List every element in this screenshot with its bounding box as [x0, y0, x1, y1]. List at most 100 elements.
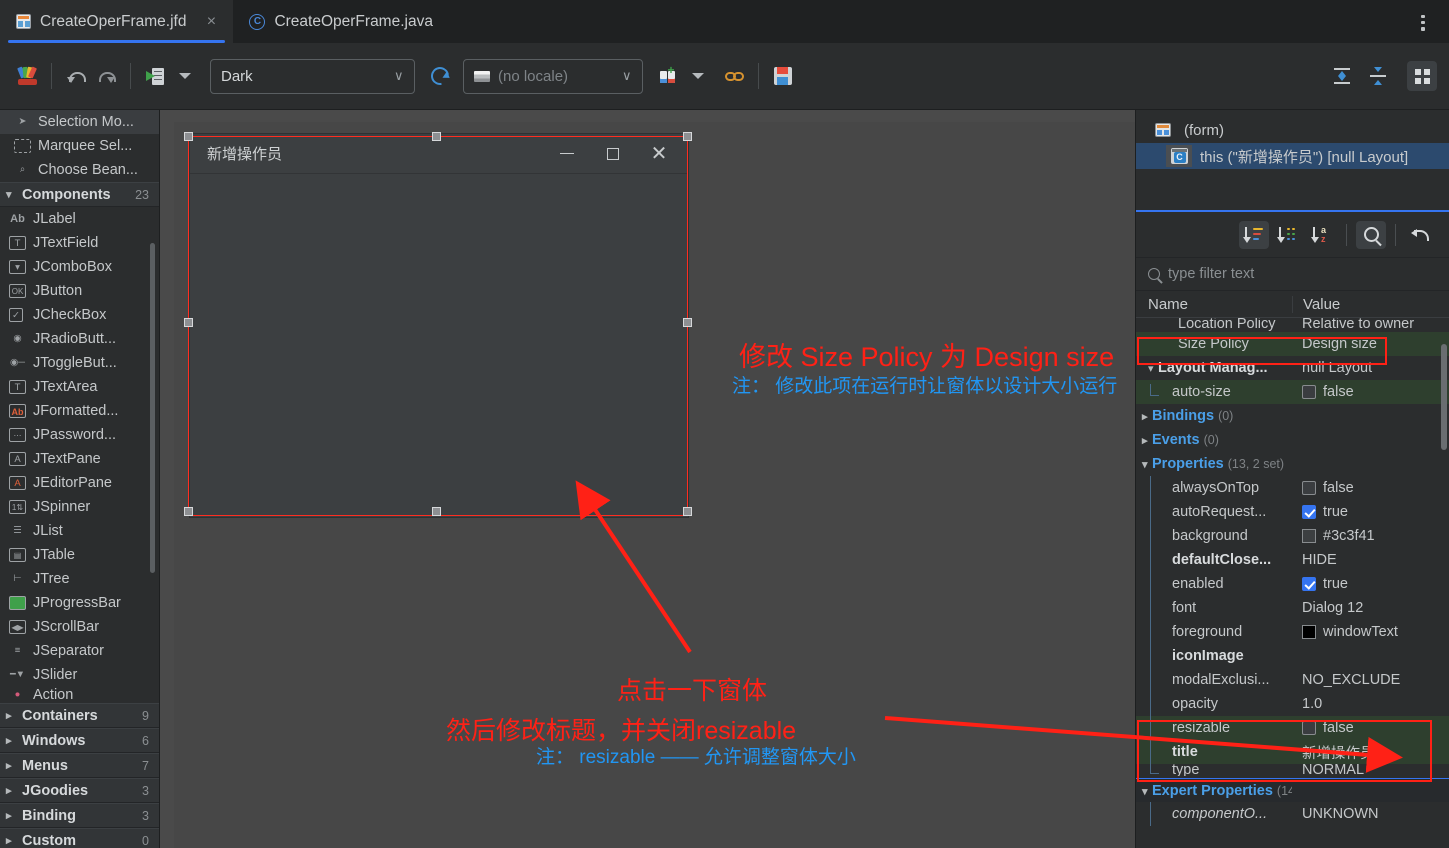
distribute-vertical-icon[interactable] — [1363, 61, 1393, 91]
property-category-properties[interactable]: ▾ Properties (13, 2 set) — [1136, 452, 1449, 476]
property-checkbox[interactable] — [1302, 577, 1316, 591]
palette-item-jlabel[interactable]: Ab JLabel — [0, 207, 159, 231]
preview-run-icon[interactable] — [140, 61, 170, 91]
save-icon[interactable] — [768, 61, 798, 91]
resize-handle-sw[interactable] — [184, 507, 193, 516]
property-row-defaultcloseoperation[interactable]: defaultClose... HIDE — [1136, 548, 1449, 572]
resize-handle-n[interactable] — [432, 132, 441, 141]
structure-row-form[interactable]: (form) — [1136, 117, 1449, 143]
property-category-bindings[interactable]: ▸ Bindings (0) — [1136, 404, 1449, 428]
design-canvas[interactable]: 新增操作员 ✕ JFormDesignerTM Swing GUI design… — [160, 110, 1135, 848]
link-icon[interactable] — [719, 61, 749, 91]
palette-scrollbar[interactable] — [150, 243, 155, 573]
palette-item-jslider[interactable]: ━▼ JSlider — [0, 663, 159, 687]
property-row-title[interactable]: title 新增操作员 — [1136, 740, 1449, 764]
property-checkbox[interactable] — [1302, 385, 1316, 399]
chevron-down-icon[interactable]: ▾ — [1148, 362, 1158, 375]
minimize-icon[interactable] — [544, 134, 590, 174]
refresh-icon[interactable] — [425, 61, 455, 91]
palette-item-jtogglebutton[interactable]: ◉─ JToggleBut... — [0, 351, 159, 375]
properties-scrollbar[interactable] — [1441, 344, 1447, 450]
chevron-down-icon[interactable]: ▾ — [1142, 785, 1152, 798]
palette-category-windows[interactable]: ▸ Windows 6 — [0, 728, 159, 753]
resize-handle-nw[interactable] — [184, 132, 193, 141]
preview-dropdown-chevron-down-icon[interactable] — [170, 61, 200, 91]
property-checkbox[interactable] — [1302, 481, 1316, 495]
palette-item-jlist[interactable]: ☰ JList — [0, 519, 159, 543]
property-row-type[interactable]: type NORMAL — [1136, 764, 1449, 776]
palette-mode-marquee[interactable]: Marquee Sel... — [0, 134, 159, 158]
color-palette-icon[interactable] — [12, 61, 42, 91]
sort-category-icon[interactable] — [1239, 220, 1269, 249]
palette-item-jformattedtextfield[interactable]: Ab JFormatted... — [0, 399, 159, 423]
property-row-iconimage[interactable]: iconImage — [1136, 644, 1449, 668]
palette-category-binding[interactable]: ▸ Binding 3 — [0, 803, 159, 828]
property-row-font[interactable]: font Dialog 12 — [1136, 596, 1449, 620]
tab-close-icon[interactable]: × — [203, 13, 219, 30]
sort-alpha-icon[interactable]: az — [1307, 221, 1337, 249]
palette-category-containers[interactable]: ▸ Containers 9 — [0, 703, 159, 728]
localize-icon[interactable]: + — [653, 61, 683, 91]
palette-item-jtable[interactable]: ▤ JTable — [0, 543, 159, 567]
resize-handle-w[interactable] — [184, 318, 193, 327]
tab-createoperframe-jfd[interactable]: CreateOperFrame.jfd × — [0, 0, 234, 43]
canvas-surface[interactable]: 新增操作员 ✕ JFormDesignerTM Swing GUI design… — [174, 122, 1135, 848]
property-row-location-policy[interactable]: Location Policy Relative to owner — [1136, 318, 1449, 332]
palette-item-jradiobutton[interactable]: ◉ JRadioButt... — [0, 327, 159, 351]
property-row-auto-size[interactable]: auto-size false — [1136, 380, 1449, 404]
locale-select[interactable]: (no locale) ∨ — [463, 58, 643, 94]
property-row-opacity[interactable]: opacity 1.0 — [1136, 692, 1449, 716]
theme-select[interactable]: Dark ∨ — [210, 58, 415, 94]
undo-icon[interactable] — [61, 61, 91, 91]
kebab-menu-icon[interactable] — [1413, 12, 1433, 32]
palette-item-jscrollbar[interactable]: ◀▶ JScrollBar — [0, 615, 159, 639]
redo-icon[interactable] — [91, 61, 121, 91]
undo-restore-icon[interactable] — [1405, 221, 1435, 249]
maximize-icon[interactable] — [590, 134, 636, 174]
property-row-background[interactable]: background #3c3f41 — [1136, 524, 1449, 548]
property-row-alwaysontop[interactable]: alwaysOnTop false — [1136, 476, 1449, 500]
property-checkbox[interactable] — [1302, 505, 1316, 519]
palette-item-jtextarea[interactable]: T JTextArea — [0, 375, 159, 399]
property-row-resizable[interactable]: resizable false — [1136, 716, 1449, 740]
palette-item-jtree[interactable]: ⊢ JTree — [0, 567, 159, 591]
color-swatch[interactable] — [1302, 529, 1316, 543]
property-checkbox[interactable] — [1302, 721, 1316, 735]
palette-item-jtextpane[interactable]: A JTextPane — [0, 447, 159, 471]
palette-category-custom[interactable]: ▸ Custom 0 — [0, 828, 159, 848]
palette-item-jprogressbar[interactable]: JProgressBar — [0, 591, 159, 615]
property-category-events[interactable]: ▸ Events (0) — [1136, 428, 1449, 452]
align-vertical-middle-icon[interactable] — [1327, 61, 1357, 91]
chevron-right-icon[interactable]: ▸ — [1142, 434, 1152, 447]
search-icon[interactable] — [1356, 220, 1386, 249]
palette-item-action[interactable]: ● Action — [0, 687, 159, 703]
resize-handle-ne[interactable] — [683, 132, 692, 141]
sort-grouped-icon[interactable] — [1273, 221, 1303, 249]
property-row-enabled[interactable]: enabled true — [1136, 572, 1449, 596]
properties-table[interactable]: Location Policy Relative to owner Size P… — [1136, 318, 1449, 842]
resize-handle-e[interactable] — [683, 318, 692, 327]
property-row-size-policy[interactable]: Size Policy Design size — [1136, 332, 1449, 356]
palette-mode-choose-bean[interactable]: ⌕ Choose Bean... — [0, 158, 159, 182]
properties-filter-input[interactable]: type filter text — [1136, 258, 1449, 291]
tab-createoperframe-java[interactable]: C CreateOperFrame.java — [233, 0, 447, 43]
palette-item-jpasswordfield[interactable]: ⋯ JPassword... — [0, 423, 159, 447]
palette-category-jgoodies[interactable]: ▸ JGoodies 3 — [0, 778, 159, 803]
property-row-modalexclusiontype[interactable]: modalExclusi... NO_EXCLUDE — [1136, 668, 1449, 692]
palette-mode-selection[interactable]: ➤ Selection Mo... — [0, 110, 159, 134]
palette-item-jtextfield[interactable]: T JTextField — [0, 231, 159, 255]
palette-category-menus[interactable]: ▸ Menus 7 — [0, 753, 159, 778]
property-row-foreground[interactable]: foreground windowText — [1136, 620, 1449, 644]
palette-category-components[interactable]: ▾ Components 23 — [0, 182, 159, 207]
layout-grid-icon[interactable] — [1407, 61, 1437, 91]
design-frame-preview[interactable]: 新增操作员 ✕ — [189, 133, 689, 518]
color-swatch[interactable] — [1302, 625, 1316, 639]
property-row-layout-manager[interactable]: ▾ Layout Manag... null Layout — [1136, 356, 1449, 380]
palette-item-jcombobox[interactable]: ▾ JComboBox — [0, 255, 159, 279]
property-category-expert-properties[interactable]: ▾Expert Properties (14) — [1136, 778, 1449, 802]
property-row-autorequestfocus[interactable]: autoRequest... true — [1136, 500, 1449, 524]
localize-dropdown-chevron-down-icon[interactable] — [683, 61, 713, 91]
palette-item-jcheckbox[interactable]: ✓ JCheckBox — [0, 303, 159, 327]
palette-item-jeditorpane[interactable]: A JEditorPane — [0, 471, 159, 495]
property-row-componentorientation[interactable]: componentO... UNKNOWN — [1136, 802, 1449, 826]
